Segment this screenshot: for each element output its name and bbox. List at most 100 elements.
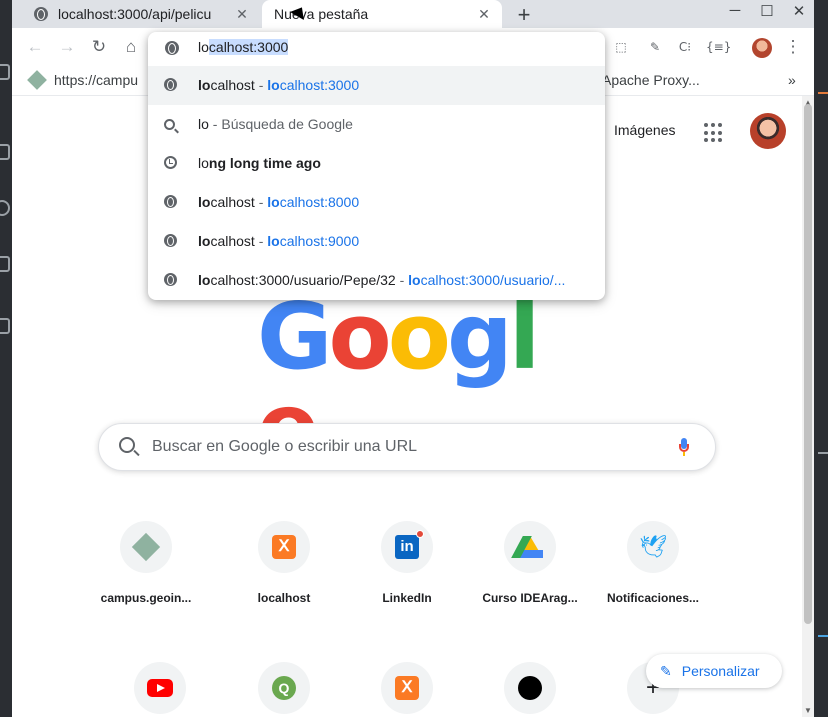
- linkedin-icon: in: [395, 530, 424, 559]
- scrollbar-thumb[interactable]: [804, 104, 812, 624]
- back-icon[interactable]: ←: [24, 36, 46, 58]
- close-window-icon[interactable]: ✕: [788, 2, 810, 20]
- shortcut-label: LinkedIn: [382, 591, 432, 605]
- launcher-icon[interactable]: [0, 256, 10, 272]
- globe-icon: [164, 234, 177, 247]
- shortcut-tile[interactable]: [474, 662, 586, 714]
- forward-icon[interactable]: →: [56, 36, 78, 58]
- maximize-icon[interactable]: ☐: [756, 2, 778, 20]
- shortcut-tile[interactable]: ⵝ localhost: [228, 521, 340, 605]
- bookmark-apache-proxy[interactable]: Apache Proxy...: [602, 72, 700, 88]
- logo-letter: l: [508, 283, 540, 390]
- shortcut-tile[interactable]: ⵝ: [351, 662, 463, 714]
- tab-localhost-api[interactable]: localhost:3000/api/pelicu ✕: [20, 0, 260, 28]
- reload-icon[interactable]: ↻: [88, 36, 110, 58]
- search-icon: [164, 119, 175, 130]
- account-avatar[interactable]: [750, 113, 786, 149]
- browser-window: localhost:3000/api/pelicu ✕ Nueva pestañ…: [12, 0, 814, 717]
- bookmarks-overflow-icon[interactable]: »: [788, 72, 796, 88]
- shortcut-label: Curso IDEArag...: [482, 591, 578, 605]
- page-scrollbar[interactable]: ▲ ▼: [802, 96, 814, 717]
- eyedropper-extension-icon[interactable]: ✎: [646, 38, 664, 56]
- xampp-icon: ⵝ: [272, 535, 296, 559]
- clock-icon: [164, 156, 177, 169]
- suggestion-row[interactable]: localhost - localhost:9000: [148, 222, 605, 261]
- pencil-icon: ✎: [660, 662, 672, 679]
- customize-button[interactable]: ✎ Personalizar: [646, 654, 782, 688]
- shortcut-tile[interactable]: campus.geoin...: [90, 521, 202, 605]
- shortcut-icon-circle: Q: [258, 662, 310, 714]
- launcher-icon[interactable]: [0, 200, 10, 216]
- shortcut-tile[interactable]: Curso IDEArag...: [474, 521, 586, 605]
- search-box[interactable]: Buscar en Google o escribir una URL: [98, 423, 716, 471]
- json-extension-icon[interactable]: {≡}: [706, 38, 731, 56]
- microphone-icon[interactable]: [679, 438, 689, 458]
- google-logo: Google: [257, 283, 557, 473]
- suggestion-row[interactable]: localhost - localhost:3000: [148, 66, 605, 105]
- bookmark-label: https://campu: [54, 72, 139, 88]
- launcher-icon[interactable]: [0, 144, 10, 160]
- shortcut-tile[interactable]: in LinkedIn: [351, 521, 463, 605]
- scroll-down-icon[interactable]: ▼: [804, 706, 812, 715]
- autocomplete-selection: calhost:3000: [208, 39, 289, 55]
- shortcut-icon-circle: 🕊: [627, 521, 679, 573]
- logo-letter: o: [328, 283, 392, 390]
- apps-grid-icon[interactable]: [704, 123, 724, 143]
- close-tab-icon[interactable]: ✕: [472, 6, 496, 23]
- tab-title: localhost:3000/api/pelicu: [58, 6, 212, 22]
- profile-avatar[interactable]: [752, 38, 772, 58]
- globe-icon: [164, 78, 177, 91]
- logo-letter: o: [387, 283, 451, 390]
- shortcut-icon-circle: [120, 521, 172, 573]
- images-link[interactable]: Imágenes: [614, 122, 675, 138]
- typed-text: lo: [198, 39, 209, 55]
- extension-icon[interactable]: ⬚: [612, 38, 630, 56]
- launcher-icon[interactable]: [0, 318, 10, 334]
- shortcut-icon-circle: in: [381, 521, 433, 573]
- window-edge-mark: [818, 92, 828, 94]
- extension-icon[interactable]: C⁝: [676, 38, 694, 56]
- drive-icon: [517, 536, 543, 558]
- shortcut-tile[interactable]: [104, 662, 216, 714]
- address-input[interactable]: localhost:3000: [148, 32, 605, 64]
- omnibox-dropdown: localhost:3000 localhost - localhost:300…: [148, 32, 605, 300]
- shortcut-icon-circle: [134, 662, 186, 714]
- github-icon: [518, 676, 542, 700]
- bookmark-label: Apache Proxy...: [602, 72, 700, 88]
- close-tab-icon[interactable]: ✕: [230, 6, 254, 23]
- new-tab-button[interactable]: +: [512, 2, 536, 28]
- search-icon: [119, 437, 135, 453]
- shortcut-label: Notificaciones...: [606, 591, 700, 605]
- minimize-icon[interactable]: ─: [724, 2, 746, 19]
- globe-icon: [34, 7, 48, 21]
- twitter-icon: 🕊: [639, 534, 667, 559]
- suggestion-row[interactable]: lo - Búsqueda de Google: [148, 105, 605, 144]
- geoinfo-icon: [131, 532, 161, 562]
- tab-strip: localhost:3000/api/pelicu ✕ Nueva pestañ…: [12, 0, 814, 28]
- desktop-right-edge: [814, 0, 828, 717]
- window-edge-mark: [818, 452, 828, 454]
- menu-icon[interactable]: ⋮: [782, 36, 804, 58]
- bookmark-campus[interactable]: https://campu: [27, 70, 139, 90]
- shortcut-tile[interactable]: 🕊 Notificaciones...: [597, 521, 709, 605]
- suggestion-row[interactable]: localhost:3000/usuario/Pepe/32 - localho…: [148, 261, 605, 300]
- logo-letter: g: [446, 283, 513, 390]
- shortcut-tile[interactable]: Q: [228, 662, 340, 714]
- home-icon[interactable]: ⌂: [120, 36, 142, 58]
- suggestion-row[interactable]: localhost - localhost:8000: [148, 183, 605, 222]
- customize-label: Personalizar: [681, 663, 760, 679]
- suggestion-row[interactable]: long long time ago: [148, 144, 605, 183]
- xampp-icon: ⵝ: [395, 676, 419, 700]
- geoinfo-icon: [27, 70, 47, 90]
- launcher-icon[interactable]: [0, 64, 10, 80]
- search-input[interactable]: Buscar en Google o escribir una URL: [152, 438, 417, 456]
- globe-icon: [164, 195, 177, 208]
- address-text[interactable]: localhost:3000: [198, 39, 289, 55]
- shortcut-icon-circle: ⵝ: [258, 521, 310, 573]
- shortcut-icon-circle: ⵝ: [381, 662, 433, 714]
- screen: localhost:3000/api/pelicu ✕ Nueva pestañ…: [0, 0, 828, 717]
- qgis-icon: Q: [272, 676, 296, 700]
- shortcut-label: campus.geoin...: [100, 591, 192, 605]
- logo-letter: G: [257, 283, 332, 390]
- shortcut-label: localhost: [257, 591, 311, 605]
